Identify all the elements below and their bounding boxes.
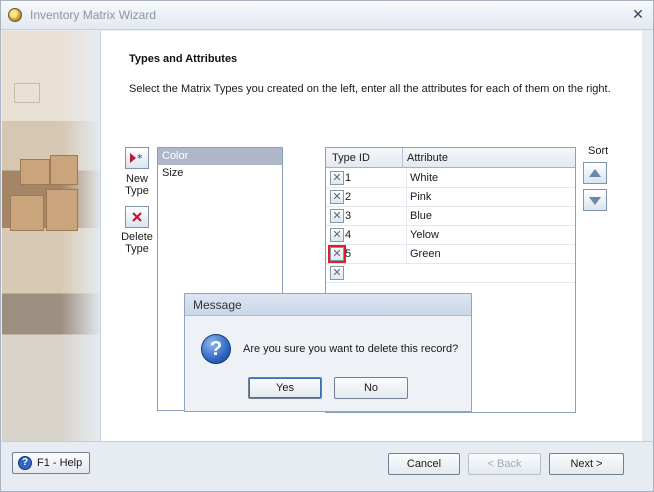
photo-box <box>14 83 40 103</box>
table-row[interactable]: ✕ 2 Pink <box>326 188 575 207</box>
new-type-label-line2: Type <box>125 185 149 197</box>
title-bar: Inventory Matrix Wizard ✕ <box>1 1 653 30</box>
footer-divider <box>2 441 654 442</box>
cell-attribute[interactable]: Blue <box>406 207 432 226</box>
delete-type-label: Delete Type <box>117 231 157 255</box>
confirm-delete-dialog: Message ? Are you sure you want to delet… <box>184 293 472 412</box>
cell-type-id[interactable]: 3 <box>345 207 351 226</box>
column-header-type-id[interactable]: Type ID <box>332 148 370 168</box>
cell-attribute[interactable]: White <box>406 169 438 188</box>
dialog-title: Message <box>185 294 471 316</box>
new-row[interactable]: ✕ <box>326 264 575 283</box>
cell-type-id[interactable]: 5 <box>345 245 351 264</box>
new-type-label-line1: New <box>125 173 148 185</box>
svg-text:*: * <box>137 152 143 165</box>
help-icon: ? <box>18 456 32 470</box>
arrow-down-icon <box>589 197 601 205</box>
delete-row-icon[interactable]: ✕ <box>330 171 344 185</box>
next-button[interactable]: Next > <box>549 453 624 475</box>
delete-row-icon[interactable]: ✕ <box>330 190 344 204</box>
delete-row-icon-focused[interactable]: ✕ <box>330 247 344 261</box>
warehouse-photo <box>2 31 100 441</box>
new-type-button[interactable]: * <box>125 147 149 169</box>
delete-row-icon[interactable]: ✕ <box>330 266 344 280</box>
column-header-attribute[interactable]: Attribute <box>402 148 575 168</box>
photo-box <box>50 155 78 185</box>
cancel-button[interactable]: Cancel <box>388 453 460 475</box>
delete-type-button[interactable] <box>125 206 149 228</box>
window-title: Inventory Matrix Wizard <box>30 8 157 22</box>
table-row[interactable]: ✕ 1 White <box>326 169 575 188</box>
sort-up-button[interactable] <box>583 162 607 184</box>
delete-row-icon[interactable]: ✕ <box>330 228 344 242</box>
wizard-window: Inventory Matrix Wizard ✕ Types and Attr… <box>0 0 654 492</box>
cell-type-id[interactable]: 4 <box>345 226 351 245</box>
table-row[interactable]: ✕ 4 Yelow <box>326 226 575 245</box>
cell-type-id[interactable]: 2 <box>345 188 351 207</box>
photo-box <box>46 189 78 231</box>
dialog-message: Are you sure you want to delete this rec… <box>243 343 459 355</box>
cell-type-id[interactable]: 1 <box>345 169 351 188</box>
cell-attribute[interactable]: Yelow <box>406 226 439 245</box>
table-row[interactable]: ✕ 3 Blue <box>326 207 575 226</box>
arrow-up-icon <box>589 169 601 177</box>
page-title: Types and Attributes <box>129 53 238 65</box>
grid-header: Type ID Attribute <box>326 148 575 168</box>
delete-type-label-line2: Type <box>125 243 149 255</box>
yes-button[interactable]: Yes <box>248 377 322 399</box>
page-subtitle: Select the Matrix Types you created on t… <box>129 83 611 95</box>
new-type-label: New Type <box>117 173 157 197</box>
sort-down-button[interactable] <box>583 189 607 211</box>
app-icon <box>8 8 22 22</box>
cell-attribute[interactable]: Pink <box>406 188 431 207</box>
help-label: F1 - Help <box>37 457 83 469</box>
new-type-icon: * <box>130 152 143 165</box>
delete-row-icon[interactable]: ✕ <box>330 209 344 223</box>
back-button[interactable]: < Back <box>468 453 541 475</box>
help-button[interactable]: ? F1 - Help <box>12 452 90 474</box>
type-list-item-size[interactable]: Size <box>158 165 282 182</box>
photo-box <box>20 159 50 185</box>
table-row[interactable]: ✕ 5 Green <box>326 245 575 264</box>
photo-box <box>10 195 44 231</box>
cell-attribute[interactable]: Green <box>406 245 441 264</box>
close-icon[interactable]: ✕ <box>630 6 646 22</box>
sort-label: Sort <box>588 145 609 157</box>
no-button[interactable]: No <box>334 377 408 399</box>
delete-type-label-line1: Delete <box>121 231 153 243</box>
type-list-item-color[interactable]: Color <box>158 148 282 165</box>
delete-icon <box>132 212 142 222</box>
question-icon: ? <box>201 334 231 364</box>
